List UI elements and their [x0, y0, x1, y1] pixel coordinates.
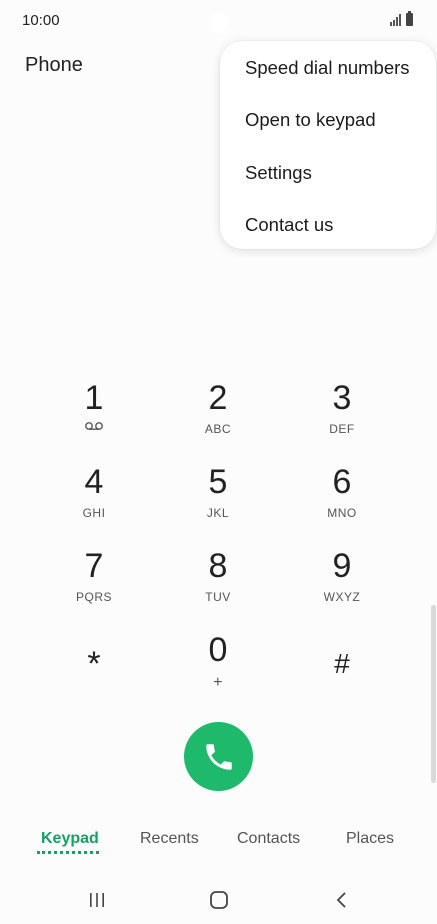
key-digit: #	[334, 648, 350, 679]
voicemail-icon	[85, 422, 103, 430]
key-9[interactable]: 9 WXYZ	[282, 546, 402, 626]
home-icon	[210, 891, 228, 909]
key-digit: 7	[84, 547, 104, 585]
key-digit: 9	[332, 547, 352, 585]
scrollbar[interactable]	[431, 605, 436, 783]
key-letters: ABC	[204, 422, 232, 436]
back-button[interactable]	[312, 880, 372, 920]
key-0[interactable]: 0 +	[158, 630, 278, 710]
key-digit: 6	[332, 463, 352, 501]
tab-places[interactable]: Places	[346, 830, 394, 848]
key-6[interactable]: 6 MNO	[282, 462, 402, 542]
menu-item-speed-dial[interactable]: Speed dial numbers	[245, 57, 410, 79]
bottom-tabs: Keypad Recents Contacts Places	[0, 826, 437, 856]
key-3[interactable]: 3 DEF	[282, 378, 402, 458]
key-digit: 1	[84, 379, 104, 417]
system-nav-bar	[0, 880, 437, 920]
tab-contacts[interactable]: Contacts	[237, 830, 300, 848]
key-hash[interactable]: #	[282, 644, 402, 724]
key-letters: MNO	[327, 506, 357, 520]
key-digit: 4	[84, 463, 104, 501]
status-icons	[390, 11, 413, 26]
phone-icon	[205, 743, 232, 770]
key-letters: TUV	[205, 590, 231, 604]
tab-recents[interactable]: Recents	[140, 830, 199, 848]
key-5[interactable]: 5 JKL	[158, 462, 278, 542]
status-time: 10:00	[22, 12, 60, 29]
key-digit: 2	[208, 379, 228, 417]
battery-icon	[406, 11, 413, 26]
home-button[interactable]	[189, 880, 249, 920]
key-digit: 3	[332, 379, 352, 417]
key-letters: JKL	[206, 506, 230, 520]
key-star[interactable]: *	[34, 644, 154, 724]
key-letters: GHI	[82, 506, 106, 520]
key-digit: 0	[208, 631, 228, 669]
menu-item-settings[interactable]: Settings	[245, 162, 312, 184]
recents-button[interactable]	[67, 880, 127, 920]
call-button[interactable]	[184, 722, 253, 791]
key-digit: 8	[208, 547, 228, 585]
key-digit: 5	[208, 463, 228, 501]
key-digit: *	[87, 645, 101, 683]
camera-cutout	[209, 13, 229, 33]
key-letters: WXYZ	[323, 590, 361, 604]
tab-keypad[interactable]: Keypad	[41, 830, 99, 848]
menu-item-contact-us[interactable]: Contact us	[245, 214, 333, 236]
signal-icon	[390, 13, 401, 26]
menu-item-open-to-keypad[interactable]: Open to keypad	[245, 109, 376, 131]
key-letters: +	[213, 674, 223, 691]
status-bar: 10:00	[0, 0, 437, 40]
key-8[interactable]: 8 TUV	[158, 546, 278, 626]
key-1[interactable]: 1	[34, 378, 154, 458]
key-4[interactable]: 4 GHI	[34, 462, 154, 542]
key-letters: DEF	[329, 422, 355, 436]
app-title: Phone	[25, 54, 83, 76]
key-letters: PQRS	[75, 590, 112, 604]
overflow-menu: Speed dial numbers Open to keypad Settin…	[220, 41, 436, 249]
recents-icon	[90, 893, 104, 907]
back-icon	[336, 892, 346, 908]
key-2[interactable]: 2 ABC	[158, 378, 278, 458]
tab-active-indicator	[37, 851, 99, 854]
key-7[interactable]: 7 PQRS	[34, 546, 154, 626]
